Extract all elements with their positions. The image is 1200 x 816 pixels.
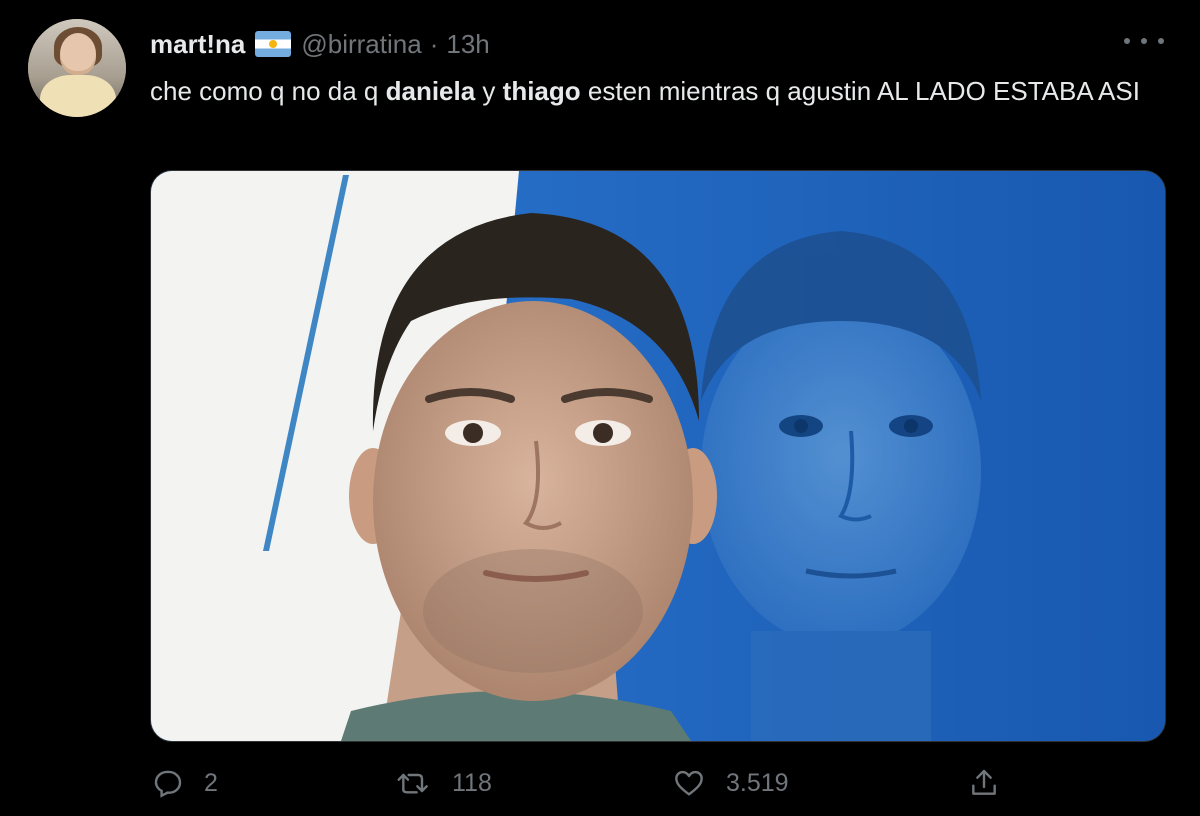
- more-options-icon[interactable]: [1124, 30, 1164, 52]
- tweet-text-part: che como q no da q: [150, 76, 386, 106]
- tweet-header: mart!na @birratina · 13h: [150, 27, 490, 61]
- more-dot: [1141, 38, 1147, 44]
- tweet-actions: 2 118 3.519: [0, 760, 1200, 806]
- tweet-timestamp[interactable]: 13h: [446, 29, 489, 60]
- avatar-face: [60, 33, 96, 75]
- avatar-body: [40, 75, 116, 117]
- argentina-flag-icon: [255, 31, 292, 57]
- like-count: 3.519: [726, 768, 789, 797]
- like-button[interactable]: 3.519: [672, 760, 789, 806]
- separator-dot: ·: [429, 28, 439, 59]
- author-handle[interactable]: @birratina: [301, 29, 421, 60]
- more-dot: [1124, 38, 1130, 44]
- share-button[interactable]: [968, 760, 1000, 806]
- tweet-text-bold: daniela: [385, 76, 476, 106]
- tweet[interactable]: mart!na @birratina · 13h che como q no d…: [0, 0, 1200, 816]
- author-display-name[interactable]: mart!na: [150, 29, 245, 60]
- heart-icon: [675, 770, 703, 796]
- tweet-photo[interactable]: [150, 170, 1166, 742]
- share-icon: [972, 769, 996, 795]
- tweet-text-part: esten mientras q agustin AL LADO ESTABA …: [580, 76, 1140, 106]
- reply-count: 2: [204, 768, 218, 797]
- tweet-text-part: y: [475, 76, 503, 106]
- avatar[interactable]: [28, 19, 126, 117]
- retweet-count: 118: [452, 768, 492, 797]
- tweet-text-bold: thiago: [502, 76, 581, 106]
- reply-icon: [154, 770, 182, 798]
- tweet-text: che como q no da q daniela y thiago este…: [150, 72, 1140, 110]
- photo-illustration: [151, 171, 1165, 741]
- reply-button[interactable]: 2: [152, 760, 218, 806]
- retweet-button[interactable]: 118: [396, 760, 492, 806]
- retweet-icon: [397, 773, 428, 794]
- more-dot: [1158, 38, 1164, 44]
